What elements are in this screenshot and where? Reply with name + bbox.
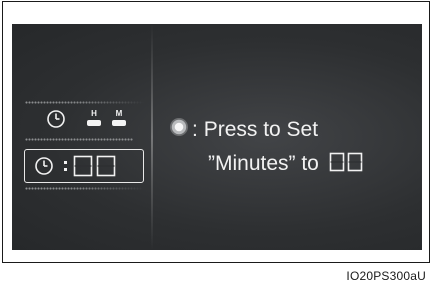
target-value: 00 bbox=[363, 152, 364, 153]
minutes-letter: M bbox=[115, 109, 123, 118]
instruction-minutes-text: ”Minutes” to bbox=[208, 152, 319, 175]
hours-indicator: H bbox=[86, 108, 102, 130]
figure-frame: H M 00 bbox=[2, 1, 430, 263]
figure-code: IO20PS300aU bbox=[346, 269, 426, 283]
dotted-rule-bottom bbox=[25, 187, 145, 190]
minutes-value: 00 bbox=[25, 150, 26, 151]
instruction-line-1: : Press to Set bbox=[192, 118, 318, 142]
knob-icon[interactable] bbox=[169, 117, 189, 137]
minutes-digits bbox=[73, 155, 116, 177]
minutes-indicator: M bbox=[111, 108, 127, 130]
clock-icon bbox=[47, 110, 65, 128]
hours-bar bbox=[87, 120, 101, 126]
dotted-rule-middle bbox=[25, 138, 133, 141]
hours-letter: H bbox=[91, 109, 97, 118]
time-indicator-row: H M bbox=[46, 108, 146, 130]
panel-divider bbox=[151, 24, 153, 250]
clock-setting-screen: H M 00 bbox=[12, 24, 422, 250]
target-digits bbox=[329, 152, 363, 172]
minutes-readout-box: 00 bbox=[24, 149, 144, 183]
minutes-bar bbox=[112, 120, 126, 126]
clock-icon bbox=[35, 157, 53, 175]
instruction-colon: : bbox=[192, 118, 198, 141]
instruction-press-text: Press to Set bbox=[203, 118, 319, 141]
instruction-line-2: ”Minutes” to 00 bbox=[208, 152, 363, 176]
colon-separator bbox=[64, 161, 67, 171]
dotted-rule-top bbox=[25, 101, 145, 104]
